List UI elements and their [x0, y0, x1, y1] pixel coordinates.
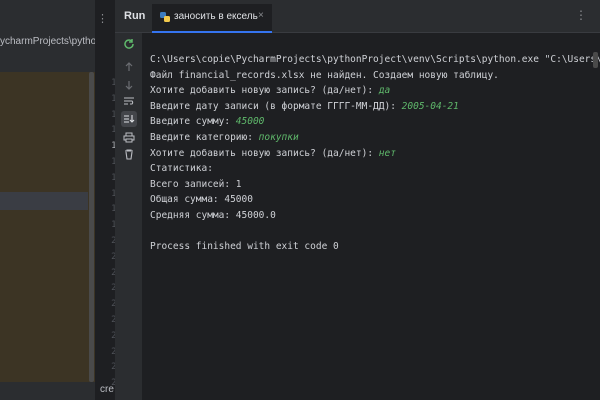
scroll-to-end-button[interactable] — [121, 111, 137, 127]
scroll-down-button[interactable] — [121, 77, 137, 93]
close-icon[interactable]: × — [258, 10, 264, 21]
editor-bottom-label: cre — [100, 384, 114, 395]
print-icon — [123, 132, 135, 142]
console-line: Средняя сумма: 45000.0 — [150, 209, 276, 223]
more-icon[interactable]: ⋮ — [97, 12, 108, 25]
console-line: Хотите добавить новую запись? (да/нет): … — [150, 147, 396, 161]
console-user-input: покупки — [258, 132, 299, 143]
arrow-down-icon — [125, 81, 133, 90]
rerun-icon — [124, 39, 134, 49]
console-line: Файл financial_records.xlsx не найден. С… — [150, 69, 499, 83]
console-output[interactable]: C:\Users\copie\PycharmProjects\pythonPro… — [142, 33, 600, 400]
print-button[interactable] — [121, 129, 137, 145]
console-line-text: Process finished with exit code 0 — [150, 241, 339, 253]
console-line: Всего записей: 1 — [150, 178, 242, 192]
clear-button[interactable] — [121, 146, 137, 162]
arrow-up-icon — [125, 62, 133, 71]
console-user-input: да — [378, 85, 391, 97]
console-line: Введите дату записи (в формате ГГГГ-ММ-Д… — [150, 100, 459, 114]
run-toolbar — [115, 33, 153, 400]
console-line: Process finished with exit code 0 — [150, 240, 339, 254]
project-tree[interactable] — [0, 72, 95, 400]
console-line: C:\Users\copie\PycharmProjects\pythonPro… — [150, 53, 600, 67]
console-scrollbar[interactable] — [593, 52, 598, 68]
more-options-icon[interactable]: ⋮ — [575, 8, 587, 22]
console-line: Общая сумма: 45000 — [150, 193, 253, 207]
console-line-text: Общая сумма: 45000 — [150, 194, 253, 206]
console-line-text: Файл financial_records.xlsx не найден. С… — [150, 69, 499, 81]
console-line-text: Статистика: — [150, 163, 213, 175]
tab-label: заносить в ексель — [174, 11, 258, 22]
console-line-text: Введите категорию: — [150, 132, 259, 143]
console-line-text: Введите сумму: — [150, 116, 236, 128]
console-user-input: нет — [378, 147, 396, 159]
scroll-up-button[interactable] — [121, 59, 137, 75]
python-icon — [160, 12, 170, 22]
console-line: Введите сумму: 45000 — [150, 115, 264, 129]
project-panel-header: ycharmProjects\python — [0, 0, 95, 72]
console-line-text: Хотите добавить новую запись? (да/нет): — [150, 85, 379, 97]
console-user-input: 2005-04-21 — [401, 100, 459, 112]
tab-run-configuration[interactable]: заносить в ексель × — [152, 4, 272, 33]
console-line-text: Средняя сумма: 45000.0 — [150, 210, 276, 221]
project-panel: ycharmProjects\python — [0, 0, 95, 400]
soft-wrap-icon — [124, 97, 134, 105]
console-line: Статистика: — [150, 162, 213, 176]
trash-icon — [125, 148, 133, 160]
soft-wrap-button[interactable] — [121, 93, 137, 109]
rerun-button[interactable] — [121, 36, 137, 52]
run-panel-title: Run — [124, 10, 146, 22]
project-scrollbar[interactable] — [89, 72, 94, 382]
console-line-text: C:\Users\copie\PycharmProjects\pythonPro… — [150, 54, 600, 65]
project-path[interactable]: ycharmProjects\python — [0, 36, 95, 47]
console-line: Хотите добавить новую запись? (да/нет): … — [150, 84, 390, 98]
console-line-text: Всего записей: 1 — [150, 178, 242, 190]
scroll-to-end-icon — [124, 115, 135, 123]
project-panel-footer — [0, 382, 95, 400]
console-line: Введите категорию: покупки — [150, 131, 299, 145]
console-user-input: 45000 — [235, 116, 265, 128]
selected-tree-item[interactable] — [0, 192, 88, 210]
console-line-text: Введите дату записи (в формате ГГГГ-ММ-Д… — [150, 100, 402, 112]
console-line-text: Хотите добавить новую запись? (да/нет): — [150, 147, 379, 159]
